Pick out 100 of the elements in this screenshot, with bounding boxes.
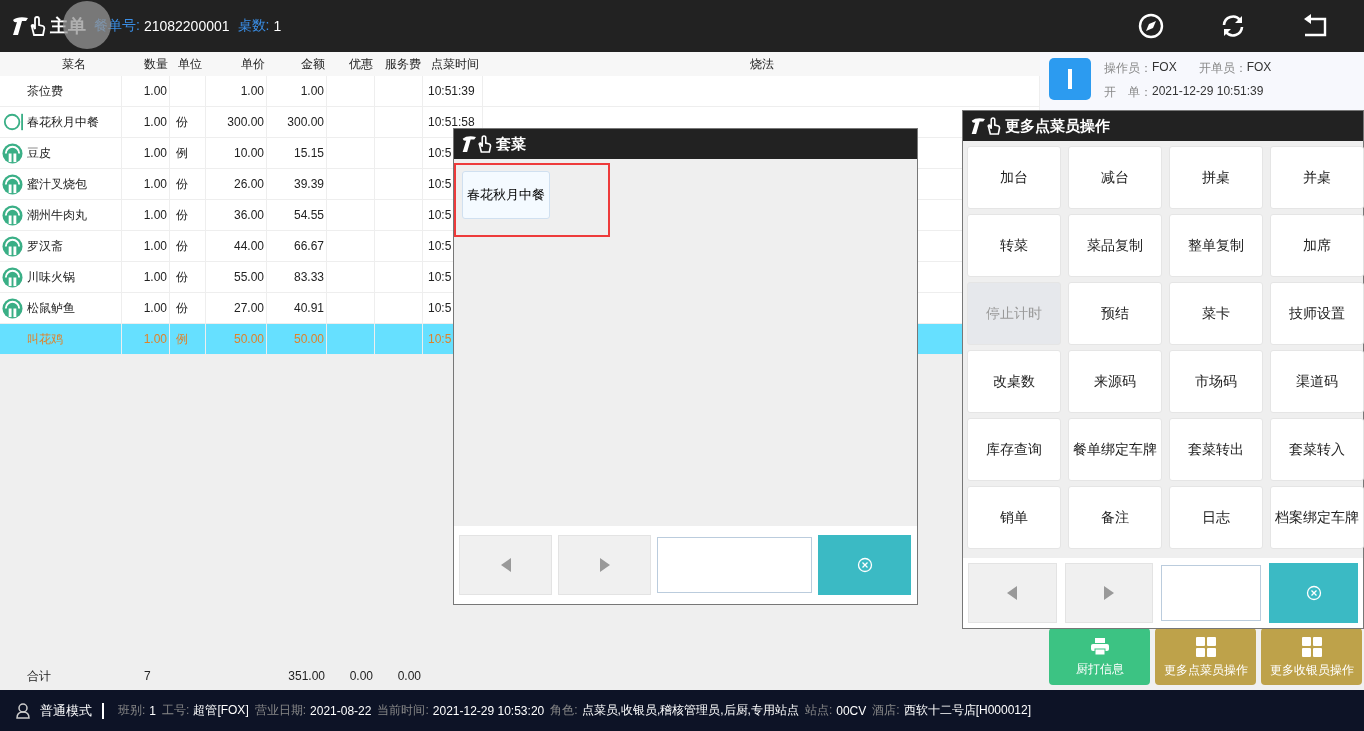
- table-cell: 66.67: [267, 231, 327, 261]
- next-button[interactable]: [1064, 563, 1154, 623]
- table-cell: 44.00: [206, 231, 267, 261]
- table-cell: 1.00: [122, 262, 170, 292]
- operation-button[interactable]: 档案绑定车牌: [1270, 486, 1364, 549]
- logo-icon: [969, 116, 1001, 136]
- table-cell: 1.00: [122, 200, 170, 230]
- dish-name: 茶位费: [25, 76, 122, 106]
- compass-icon[interactable]: [1138, 13, 1164, 39]
- table-cell: 1.00: [122, 76, 170, 106]
- open-time-label: 开 单：: [1104, 84, 1152, 101]
- table-cell: 10.00: [206, 138, 267, 168]
- table-cell: 份: [176, 268, 188, 286]
- operation-button[interactable]: 销单: [967, 486, 1061, 549]
- grid-icon: [1195, 636, 1216, 657]
- input-field[interactable]: [657, 537, 812, 593]
- table-cell: 份: [176, 299, 188, 317]
- status-label: 角色:: [550, 702, 578, 719]
- table-cell: 1.00: [122, 324, 170, 354]
- operator-name: FOX: [1152, 60, 1177, 76]
- operation-button[interactable]: 日志: [1169, 486, 1263, 549]
- column-header: 服务费: [384, 55, 422, 73]
- refresh-icon[interactable]: [1220, 13, 1246, 39]
- operation-button[interactable]: 备注: [1068, 486, 1162, 549]
- operation-button[interactable]: 菜卡: [1169, 282, 1263, 345]
- table-cell: 例: [176, 330, 188, 348]
- operation-button[interactable]: 来源码: [1068, 350, 1162, 413]
- operation-button[interactable]: 市场码: [1169, 350, 1263, 413]
- operation-button[interactable]: 套菜转入: [1270, 418, 1364, 481]
- dish-name: 春花秋月中餐: [25, 107, 122, 137]
- table-cell: 50.00: [267, 324, 327, 354]
- user-icon: [16, 702, 30, 719]
- operation-button[interactable]: 库存查询: [967, 418, 1061, 481]
- clear-button[interactable]: [818, 535, 911, 595]
- operation-button[interactable]: 菜品复制: [1068, 214, 1162, 277]
- operation-button[interactable]: 改桌数: [967, 350, 1061, 413]
- input-field[interactable]: [1161, 565, 1262, 621]
- totals-cell-text: 0.00: [348, 668, 374, 685]
- table-count-label: 桌数:: [237, 17, 270, 35]
- table-cell: 55.00: [206, 262, 267, 292]
- ring-icon: [2, 112, 23, 132]
- table-cell: 份: [176, 237, 188, 255]
- table-count: 1: [273, 18, 282, 34]
- column-header: 优惠: [348, 55, 374, 73]
- dish-name: 豆皮: [25, 138, 122, 168]
- column-header: 点菜时间: [429, 55, 480, 73]
- table-cell: 1.00: [122, 169, 170, 199]
- totals-cell-text: 0.00: [396, 668, 422, 685]
- totals-cell-text: 7: [143, 668, 152, 685]
- operation-button[interactable]: 整单复制: [1169, 214, 1263, 277]
- table-cell: 份: [176, 206, 188, 224]
- dish-name: 蜜汁叉烧包: [25, 169, 122, 199]
- dish-name: 叫花鸡: [25, 324, 122, 354]
- logo-icon: [10, 15, 46, 37]
- column-header: 金额: [300, 55, 326, 73]
- window-title: 主单: [50, 15, 86, 38]
- status-label: 站点:: [804, 702, 833, 719]
- operation-button[interactable]: 套菜转出: [1169, 418, 1263, 481]
- previous-button[interactable]: [968, 563, 1057, 623]
- opener-label: 开单员：: [1198, 60, 1247, 77]
- table-cell: 83.33: [267, 262, 327, 292]
- status-value: 2021-08-22: [310, 703, 372, 718]
- right-arrow-icon: [599, 558, 610, 572]
- totals-cell-text: 351.00: [287, 668, 326, 685]
- table-cell: 1.00: [122, 138, 170, 168]
- operation-button[interactable]: 转菜: [967, 214, 1061, 277]
- left-arrow-icon: [500, 558, 511, 572]
- column-header: 菜名: [60, 55, 87, 73]
- operation-button[interactable]: 减台: [1068, 146, 1162, 209]
- operation-button[interactable]: 并桌: [1270, 146, 1364, 209]
- status-label: 当前时间:: [377, 702, 429, 719]
- left-arrow-icon: [1007, 586, 1018, 600]
- next-button[interactable]: [558, 535, 651, 595]
- table-cell: 40.91: [267, 293, 327, 323]
- operation-button[interactable]: 拼桌: [1169, 146, 1263, 209]
- status-value: 点菜员,收银员,稽核管理员,后厨,专用站点: [581, 702, 799, 719]
- grid-icon: [1301, 636, 1322, 657]
- totals-label: 合计: [26, 667, 52, 685]
- operator-label: 操作员：: [1104, 60, 1152, 77]
- status-value: 1: [149, 703, 157, 718]
- logo-icon: [460, 134, 492, 154]
- table-cell: 26.00: [206, 169, 267, 199]
- mode-label: 普通模式: [40, 701, 92, 720]
- table-cell: 1.00: [122, 293, 170, 323]
- table-cell: 份: [176, 175, 188, 193]
- operation-button[interactable]: 技师设置: [1270, 282, 1364, 345]
- operation-button[interactable]: 餐单绑定车牌: [1068, 418, 1162, 481]
- operation-button[interactable]: 预结: [1068, 282, 1162, 345]
- table-row[interactable]: 茶位费 1.00 1.00 1.00 10:51:39: [0, 76, 1040, 107]
- dish-name: 松鼠鲈鱼: [25, 293, 122, 323]
- return-icon[interactable]: [1302, 13, 1328, 39]
- operation-button[interactable]: 渠道码: [1270, 350, 1364, 413]
- previous-button[interactable]: [459, 535, 552, 595]
- status-label: 班别:: [118, 702, 146, 719]
- opener-name: FOX: [1246, 60, 1272, 76]
- clear-button[interactable]: [1269, 563, 1358, 623]
- operation-button[interactable]: 加席: [1270, 214, 1364, 277]
- set-meal-item[interactable]: 春花秋月中餐: [462, 171, 550, 219]
- operation-button[interactable]: 加台: [967, 146, 1061, 209]
- clear-icon: [1305, 585, 1322, 601]
